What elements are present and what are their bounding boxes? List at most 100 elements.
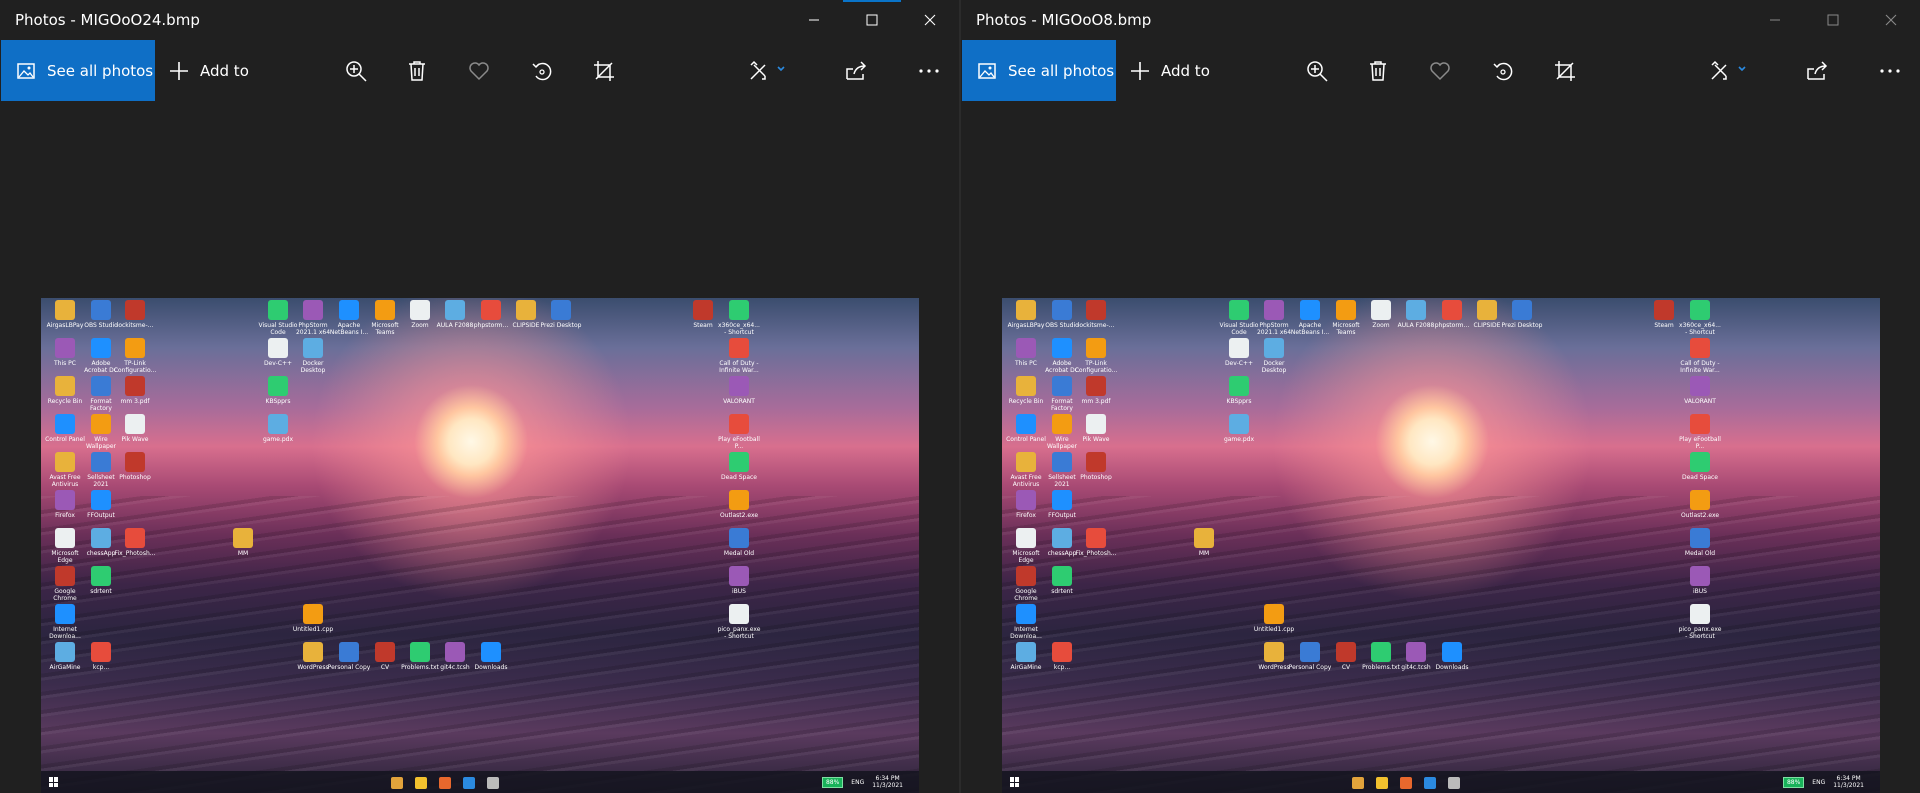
- desktop-icon: Prezi Desktop: [539, 300, 583, 329]
- app-icon: [1300, 642, 1320, 662]
- desktop-icon: Fix_Photosh...: [113, 528, 157, 557]
- desktop-icon: Docker Desktop: [291, 338, 335, 374]
- app-icon: [1016, 604, 1036, 624]
- see-all-photos-label: See all photos: [47, 61, 154, 80]
- title-bar[interactable]: Photos - MIGOoO8.bmp: [961, 0, 1920, 40]
- close-button[interactable]: [901, 0, 959, 40]
- rotate-icon: [532, 62, 552, 81]
- desktop-icon-label: mm 3.pdf: [120, 398, 150, 405]
- app-icon: [91, 452, 111, 472]
- edit-create-button[interactable]: [1709, 58, 1749, 84]
- app-icon: [55, 528, 75, 548]
- app-icon: [1690, 414, 1710, 434]
- crop-icon: [1555, 61, 1575, 81]
- app-icon: [729, 452, 749, 472]
- desktop-icon-label: Dead Space: [1682, 474, 1718, 481]
- desktop-icon: Dead Space: [717, 452, 761, 481]
- app-icon: [1442, 300, 1462, 320]
- maximize-button[interactable]: [1804, 0, 1862, 40]
- desktop-icon-label: Docker Desktop: [300, 360, 326, 374]
- desktop-icon-label: Fix_Photosh...: [1075, 550, 1117, 557]
- clock-date: 11/3/2021: [1833, 782, 1864, 789]
- app-icon: [1052, 376, 1072, 396]
- add-to-button[interactable]: Add to: [1129, 40, 1210, 101]
- close-button[interactable]: [1862, 0, 1920, 40]
- taskbar-apps: [391, 777, 499, 789]
- delete-button[interactable]: [1365, 58, 1391, 84]
- app-icon: [1229, 414, 1249, 434]
- app-icon: [1086, 376, 1106, 396]
- more-button[interactable]: [916, 58, 942, 84]
- app-icon: [410, 300, 430, 320]
- crop-button[interactable]: [591, 58, 617, 84]
- app-icon: [1690, 490, 1710, 510]
- see-all-photos-button[interactable]: See all photos: [1, 40, 155, 101]
- maximize-button[interactable]: [843, 0, 901, 40]
- app-icon: [1016, 642, 1036, 662]
- clock-time: 6:34 PM: [1836, 775, 1861, 782]
- desktop-icon-label: Medal Old: [1684, 550, 1716, 557]
- desktop-icon: Medal Old: [1678, 528, 1722, 557]
- photos-window-left: Photos - MIGOoO24.bmp See all photos Add…: [0, 0, 959, 793]
- clock-time: 6:34 PM: [875, 775, 900, 782]
- share-button[interactable]: [1804, 58, 1830, 84]
- edit-create-button[interactable]: [748, 58, 788, 84]
- share-button[interactable]: [843, 58, 869, 84]
- photo-canvas[interactable]: AirgasLBPay OBS Studio lockitsme-... Visual…: [1002, 298, 1880, 793]
- app-icon: [1371, 300, 1391, 320]
- crop-button[interactable]: [1552, 58, 1578, 84]
- app-icon: [1442, 642, 1462, 662]
- zoom-button[interactable]: [1304, 58, 1330, 84]
- desktop-icon: x360ce_x64... - Shortcut: [717, 300, 761, 336]
- app-icon: [1690, 338, 1710, 358]
- photos-window-right: Photos - MIGOoO8.bmp See all photos Add …: [961, 0, 1920, 793]
- rotate-button[interactable]: [1490, 58, 1516, 84]
- see-all-photos-button[interactable]: See all photos: [962, 40, 1116, 101]
- desktop-icon: TP-Link Configuratio...: [113, 338, 157, 374]
- favorite-button[interactable]: [466, 58, 492, 84]
- desktop-icon: Internet Downloa...: [1004, 604, 1048, 640]
- desktop-icon-label: MM: [237, 550, 249, 557]
- minimize-button[interactable]: [1746, 0, 1804, 40]
- language-indicator: ENG: [1812, 778, 1826, 786]
- favorite-button[interactable]: [1427, 58, 1453, 84]
- desktop-icon-label: x360ce_x64... - Shortcut: [1679, 322, 1721, 336]
- delete-button[interactable]: [404, 58, 430, 84]
- photo-canvas[interactable]: AirgasLBPay OBS Studio lockitsme-... Visual…: [41, 298, 919, 793]
- desktop-icon-label: Prezi Desktop: [1501, 322, 1543, 329]
- more-button[interactable]: [1877, 58, 1903, 84]
- app-icon: [445, 300, 465, 320]
- desktop-icon-label: Play eFootball P...: [718, 436, 760, 450]
- taskbar: 88% ENG 6:34 PM 11/3/2021: [1002, 771, 1880, 793]
- desktop-icon-label: Fix_Photosh...: [114, 550, 156, 557]
- add-to-button[interactable]: Add to: [168, 40, 249, 101]
- desktop-icon-label: sdrtent: [1051, 588, 1073, 595]
- desktop-icon-label: Photoshop: [119, 474, 151, 481]
- app-icon: [1016, 490, 1036, 510]
- close-icon: [924, 14, 936, 26]
- title-bar[interactable]: Photos - MIGOoO24.bmp: [0, 0, 959, 40]
- zoom-button[interactable]: [343, 58, 369, 84]
- minimize-button[interactable]: [785, 0, 843, 40]
- app-icon: [1016, 376, 1036, 396]
- desktop-icon-label: Pik Wave: [1082, 436, 1110, 443]
- desktop-icon-label: sdrtent: [90, 588, 112, 595]
- app-icon: [1052, 338, 1072, 358]
- app-icon: [729, 376, 749, 396]
- desktop-icon-label: lockitsme-...: [1077, 322, 1115, 329]
- photo-icon: [978, 62, 996, 79]
- app-icon: [445, 642, 465, 662]
- app-icon: [1016, 452, 1036, 472]
- app-icon: [1016, 338, 1036, 358]
- rotate-button[interactable]: [529, 58, 555, 84]
- desktop-icon-label: Pik Wave: [121, 436, 149, 443]
- share-icon: [1807, 61, 1828, 80]
- desktop-icon: Pik Wave: [1074, 414, 1118, 443]
- desktop-icon: Play eFootball P...: [717, 414, 761, 450]
- app-icon: [1264, 604, 1284, 624]
- desktop-icon-label: iBUS: [732, 588, 746, 595]
- app-icon: [1052, 528, 1072, 548]
- app-icon: [729, 300, 749, 320]
- app-icon: [375, 300, 395, 320]
- desktop-icon-label: TP-Link Configuratio...: [113, 360, 157, 374]
